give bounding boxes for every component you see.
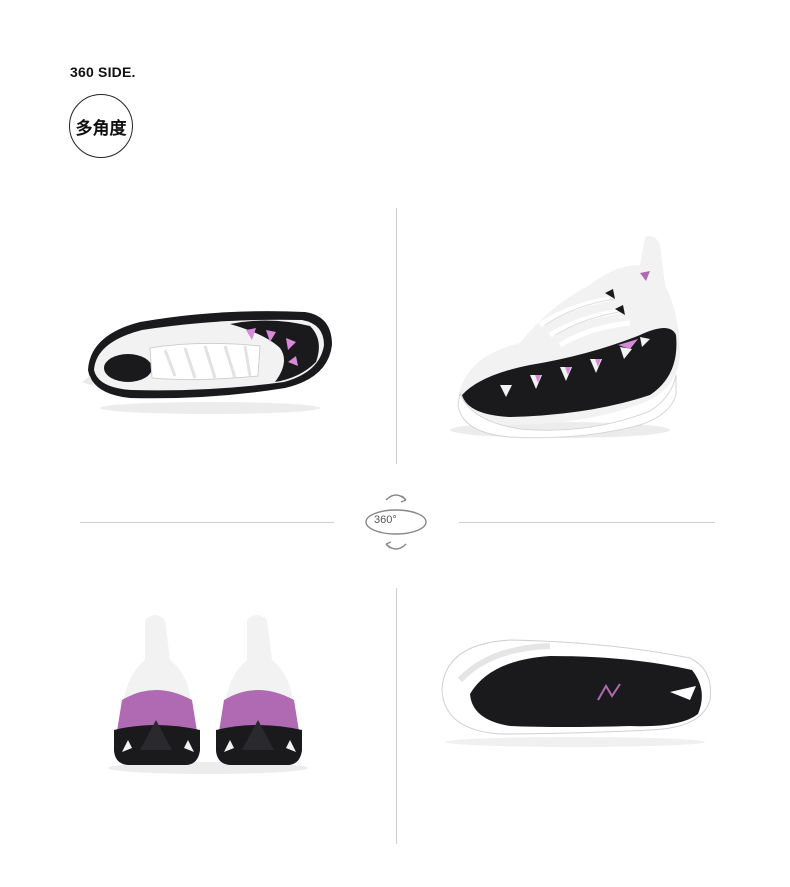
divider-vertical-top — [396, 208, 397, 464]
section-title: 360 SIDE. — [70, 64, 136, 80]
divider-horizontal-left — [80, 522, 334, 523]
rotate-360-label: 360° — [374, 514, 397, 526]
shoe-outsole-view-image — [430, 630, 720, 750]
multi-angle-badge: 多角度 — [69, 94, 133, 158]
divider-vertical-bottom — [396, 588, 397, 844]
divider-horizontal-right — [459, 522, 715, 523]
shoe-side-view-image — [440, 225, 695, 450]
shoe-top-view-image — [70, 290, 340, 420]
shoe-back-view-image — [100, 600, 315, 780]
